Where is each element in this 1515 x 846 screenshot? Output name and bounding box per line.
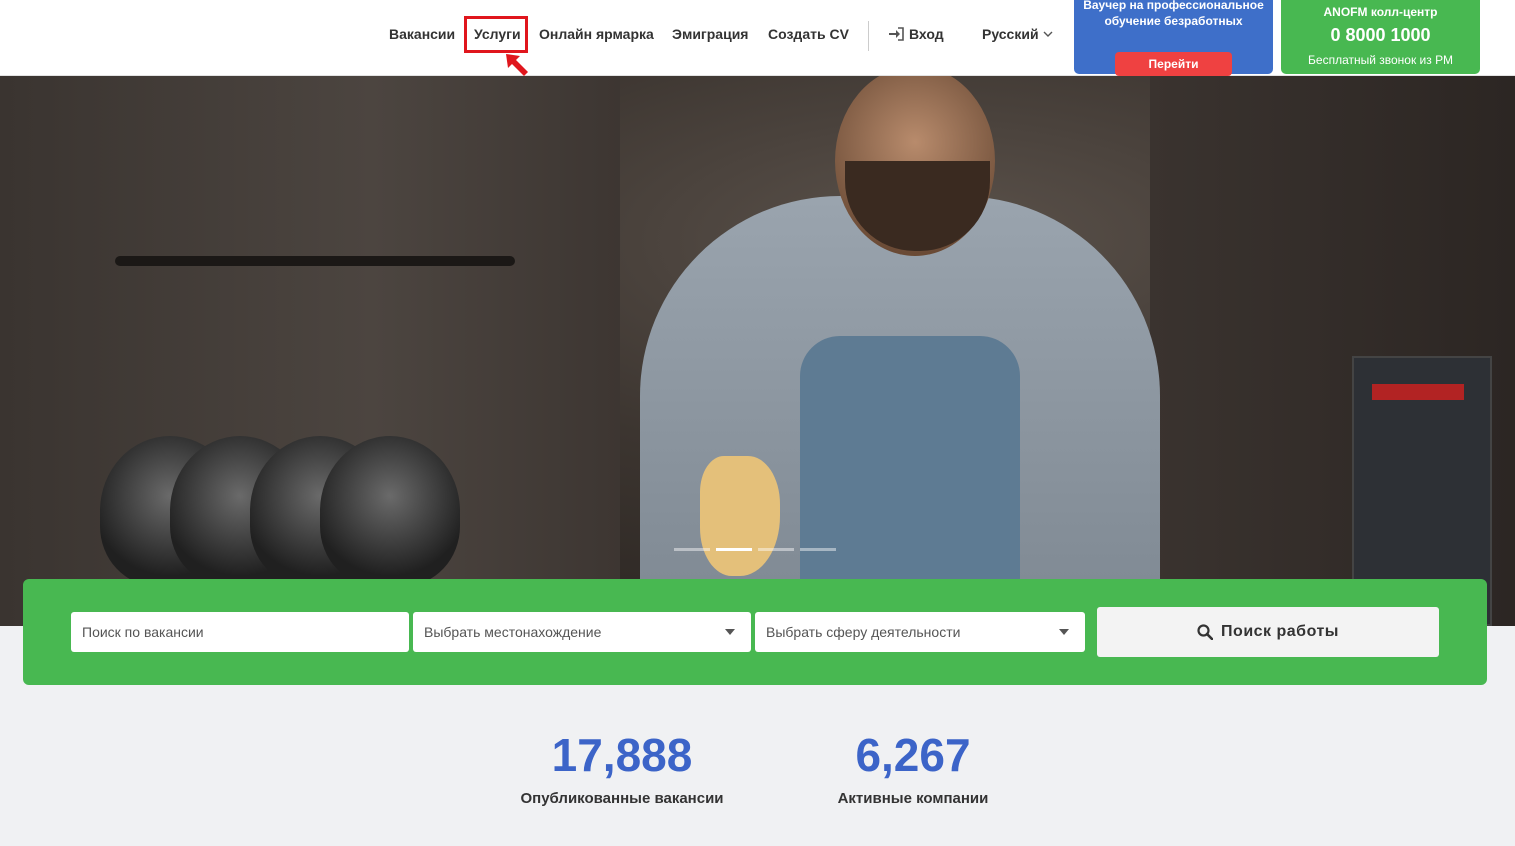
- location-select-label: Выбрать местонахождение: [424, 624, 602, 640]
- search-jobs-label: Поиск работы: [1221, 623, 1339, 640]
- stat-active-companies: 6,267 Активные компании: [812, 728, 1014, 807]
- slider-dot[interactable]: [674, 548, 710, 551]
- oven-logo: [1372, 384, 1464, 400]
- location-select[interactable]: Выбрать местонахождение: [413, 612, 751, 652]
- call-center-phone[interactable]: 0 8000 1000: [1281, 25, 1480, 46]
- nav-item-emigration[interactable]: Эмиграция: [672, 26, 748, 42]
- highlight-box: [464, 16, 528, 53]
- stat-published-vacancies: 17,888 Опубликованные вакансии: [498, 728, 746, 807]
- language-label: Русский: [982, 26, 1039, 42]
- language-selector[interactable]: Русский: [982, 26, 1053, 42]
- voucher-banner: Ваучер на профессиональное обучение безр…: [1074, 0, 1273, 76]
- pointer-arrow-icon: [506, 54, 528, 76]
- nav-separator: [868, 21, 869, 51]
- sector-select-label: Выбрать сферу деятельности: [766, 624, 961, 640]
- call-center-banner: ANOFM колл-центр 0 8000 1000 Бесплатный …: [1281, 0, 1480, 74]
- caret-down-icon: [725, 629, 735, 635]
- voucher-text: Ваучер на профессиональное обучение безр…: [1083, 0, 1264, 28]
- stat-label: Активные компании: [837, 790, 989, 807]
- slider-dot-active[interactable]: [716, 548, 752, 551]
- nav-item-online-fair[interactable]: Онлайн ярмарка: [539, 26, 654, 42]
- login-link[interactable]: Вход: [888, 26, 944, 42]
- call-center-subtitle: Бесплатный звонок из РМ: [1308, 53, 1453, 67]
- stat-label: Опубликованные вакансии: [520, 790, 724, 807]
- stat-value: 17,888: [551, 729, 693, 781]
- login-icon: [889, 27, 904, 41]
- hero-image: [0, 76, 1515, 626]
- sector-select[interactable]: Выбрать сферу деятельности: [755, 612, 1085, 652]
- caret-down-icon: [1059, 629, 1069, 635]
- pasta-shape: [700, 456, 780, 576]
- slider-dots: [674, 548, 836, 551]
- site-header: Вакансии Услуги Онлайн ярмарка Эмиграция…: [0, 0, 1515, 76]
- login-label: Вход: [909, 26, 944, 42]
- voucher-go-button[interactable]: Перейти: [1115, 52, 1232, 76]
- call-center-title: ANOFM колл-центр: [1323, 5, 1438, 19]
- nav-item-create-cv[interactable]: Создать CV: [768, 26, 849, 42]
- stat-value: 6,267: [855, 729, 971, 781]
- search-jobs-button[interactable]: Поиск работы: [1097, 607, 1439, 657]
- search-panel: Поиск по вакансии Выбрать местонахождени…: [23, 579, 1487, 685]
- slider-dot[interactable]: [800, 548, 836, 551]
- search-icon: [1197, 624, 1214, 640]
- nav-item-vacancies[interactable]: Вакансии: [389, 26, 455, 42]
- slider-dot[interactable]: [758, 548, 794, 551]
- chevron-down-icon: [1043, 31, 1053, 37]
- vacancy-search-placeholder: Поиск по вакансии: [82, 624, 204, 640]
- pan-shape: [320, 436, 460, 586]
- utensil-rail: [115, 256, 515, 266]
- vacancy-search-input[interactable]: Поиск по вакансии: [71, 612, 409, 652]
